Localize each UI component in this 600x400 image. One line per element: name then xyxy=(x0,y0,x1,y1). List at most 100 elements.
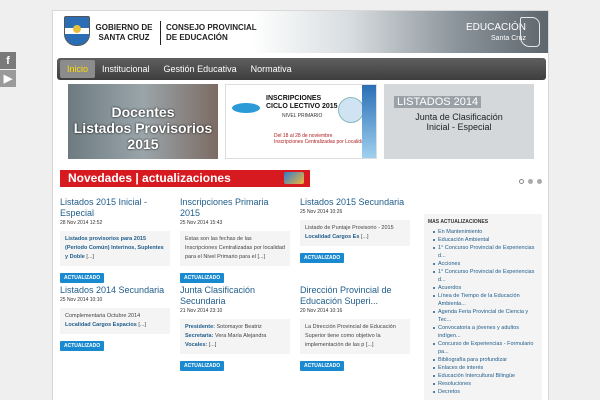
banner-1-line-3-text: 2015 xyxy=(127,136,159,152)
carousel-dot-2[interactable] xyxy=(528,179,533,184)
article-label-vocales: Vocales: xyxy=(185,342,208,348)
article-title[interactable]: Dirección Provincial de Educación Superi… xyxy=(300,285,410,307)
banner-2-level: NIVEL PRIMARIO xyxy=(282,113,323,119)
youtube-icon[interactable]: ▶ xyxy=(0,70,16,87)
article-excerpt-bold: Localidad Cargos Espacios xyxy=(65,322,137,328)
site-header: GOBIERNO DE SANTA CRUZ CONSEJO PROVINCIA… xyxy=(53,11,548,53)
banner-2-line-5: Inscripciones Centralizadas por Localida… xyxy=(274,139,367,145)
gobierno-logo-text[interactable]: GOBIERNO DE SANTA CRUZ xyxy=(93,23,155,43)
sidebar-item[interactable]: Agenda Feria Provincial de Ciencia y Tec… xyxy=(424,308,542,324)
read-more-link[interactable]: [...] xyxy=(361,234,369,240)
article-title[interactable]: Junta Clasificación Secundaria xyxy=(180,285,290,307)
educacion-brand-sub: Santa Cruz xyxy=(490,35,526,42)
article-label-presidente: Presidente: xyxy=(185,324,215,330)
nav-gestion-educativa[interactable]: Gestión Educativa xyxy=(157,60,244,78)
article-listados-2015-inicial: Listados 2015 Inicial - Especial 28 Nov … xyxy=(60,197,170,284)
site-container: GOBIERNO DE SANTA CRUZ CONSEJO PROVINCIA… xyxy=(52,10,549,400)
article-inscripciones-primaria: Inscripciones Primaria 2015 25 Nov 2014 … xyxy=(180,197,290,284)
sidebar-item[interactable]: Enlaces de interés xyxy=(424,364,542,372)
header-divider xyxy=(160,21,161,45)
santa-cruz-map-icon xyxy=(520,17,540,47)
sidebar-heading: MAS ACTUALIZACIONES xyxy=(428,219,489,225)
sidebar-item[interactable]: Decretos xyxy=(424,388,542,396)
novedades-strip[interactable]: Novedades | actualizaciones xyxy=(60,170,310,187)
banner-2-line-1: INSCRIPCIONES xyxy=(266,95,322,102)
actualizado-button[interactable]: ACTUALIZADO xyxy=(180,273,225,283)
facebook-icon[interactable]: f xyxy=(0,52,16,69)
read-more-link[interactable]: [...] xyxy=(257,254,265,260)
article-date: 25 Nov 2014 10:10 xyxy=(60,297,103,303)
actualizado-button[interactable]: ACTUALIZADO xyxy=(180,361,225,371)
carousel-dot-3[interactable] xyxy=(537,179,542,184)
banner-3-line-2: Junta de Clasificación xyxy=(415,112,503,122)
educacion-brand[interactable]: EDUCACIÓN Santa Cruz xyxy=(466,22,526,44)
banner-2-stripe xyxy=(362,85,376,158)
article-excerpt: Complementaria Octubre 2014 Localidad Ca… xyxy=(60,308,170,334)
article-excerpt-text: Complementaria Octubre 2014 xyxy=(65,313,141,319)
banner-1-line-1: Docentes xyxy=(111,104,175,120)
consejo-logo-text[interactable]: CONSEJO PROVINCIAL DE EDUCACIÓN xyxy=(166,23,257,43)
banner-3-subtitle: Junta de Clasificación Inicial - Especial xyxy=(384,112,534,132)
sidebar-item[interactable]: 1° Concurso Provincial de Experiencias d… xyxy=(424,268,542,284)
article-excerpt-text: La Dirección Provincial de Educación Sup… xyxy=(305,324,396,348)
sidebar-item[interactable]: Educación Intercultural Bilingüe xyxy=(424,372,542,380)
article-title[interactable]: Listados 2015 Secundaria xyxy=(300,197,410,208)
cpe-logo-icon xyxy=(232,103,260,113)
article-text-secretaria: Vera María Alejandra xyxy=(214,333,267,339)
gobierno-line-2: SANTA CRUZ xyxy=(98,33,150,42)
consejo-line-2: DE EDUCACIÓN xyxy=(166,33,228,42)
article-excerpt: Presidente: Sotomayor Beatriz Secretaria… xyxy=(180,319,290,354)
banner-docentes-listados[interactable]: Docentes Listados Provisorios 2015 xyxy=(68,84,218,159)
sidebar-item[interactable]: Convocatoria a jóvenes y adultos indígen… xyxy=(424,324,542,340)
sidebar-item[interactable]: Concurso de Experiencias - Formulario pa… xyxy=(424,340,542,356)
educacion-brand-title: EDUCACIÓN xyxy=(465,22,526,33)
actualizado-button[interactable]: ACTUALIZADO xyxy=(300,253,345,263)
read-more-link[interactable]: [...] xyxy=(366,342,374,348)
read-more-link[interactable]: [...] xyxy=(138,322,146,328)
sidebar-item[interactable]: Educación Ambiental xyxy=(424,236,542,244)
actualizado-button[interactable]: ACTUALIZADO xyxy=(60,341,105,351)
read-more-link[interactable]: [...] xyxy=(209,342,217,348)
article-date: 21 Nov 2014 23:10 xyxy=(180,308,223,314)
banner-3-title: LISTADOS 2014 xyxy=(394,96,482,108)
banner-2-dates: Del 18 al 28 de noviembre Inscripciones C… xyxy=(274,133,367,145)
article-excerpt-bold: Localidad Cargos Es xyxy=(305,234,360,240)
page: f ▶ GOBIERNO DE SANTA CRUZ CONSEJO PROVI… xyxy=(0,0,600,400)
article-date: 20 Nov 2014 10:16 xyxy=(300,308,343,314)
article-title[interactable]: Listados 2014 Secundaria xyxy=(60,285,170,296)
banner-2-line-2: CICLO LECTIVO 2015 xyxy=(266,103,338,110)
sidebar-item[interactable]: Acciones xyxy=(424,260,542,268)
sidebar-item[interactable]: 1° Concurso Provincial de Experiencias d… xyxy=(424,244,542,260)
carousel-dot-1[interactable] xyxy=(519,179,524,184)
article-excerpt: Estas son las fechas de las Inscripcione… xyxy=(180,231,290,266)
gobierno-line-1: GOBIERNO DE xyxy=(95,23,153,32)
provincial-seal-icon xyxy=(338,97,364,123)
article-label-secretaria: Secretaria: xyxy=(185,333,214,339)
banner-inscripciones[interactable]: INSCRIPCIONES CICLO LECTIVO 2015 NIVEL PR… xyxy=(225,84,377,159)
sidebar-item[interactable]: Resoluciones xyxy=(424,380,542,388)
nav-inicio[interactable]: Inicio xyxy=(60,60,96,78)
read-more-link[interactable]: [...] xyxy=(86,254,94,260)
nav-normativa[interactable]: Normativa xyxy=(244,60,299,78)
article-junta-clasificacion: Junta Clasificación Secundaria 21 Nov 20… xyxy=(180,285,290,372)
article-title[interactable]: Listados 2015 Inicial - Especial xyxy=(60,197,170,219)
article-date: 25 Nov 2014 15:43 xyxy=(180,220,223,226)
banner-3-line-3: Inicial - Especial xyxy=(426,122,492,132)
sidebar-mas-actualizaciones: MAS ACTUALIZACIONES En Mantenimiento Edu… xyxy=(424,214,542,400)
banner-listados-2014[interactable]: LISTADOS 2014 Junta de Clasificación Inic… xyxy=(384,84,534,159)
actualizado-button[interactable]: ACTUALIZADO xyxy=(60,273,105,283)
article-date: 28 Nov 2014 12:52 xyxy=(60,220,103,226)
banner-1-line-2: Listados Provisorios 2015 xyxy=(68,120,218,152)
sidebar-item[interactable]: En Mantenimiento xyxy=(424,228,542,236)
article-excerpt: Listado de Puntaje Provisorio - 2015 Loc… xyxy=(300,220,410,246)
sidebar-item[interactable]: Acuerdos xyxy=(424,284,542,292)
article-excerpt: Listados provisorios para 2015 (Período … xyxy=(60,231,170,266)
sidebar-item[interactable]: Línea de Tiempo de la Educación Ambienta… xyxy=(424,292,542,308)
article-title[interactable]: Inscripciones Primaria 2015 xyxy=(180,197,290,219)
nav-institucional[interactable]: Institucional xyxy=(95,60,157,78)
sidebar-item[interactable]: Bibliografía para profundizar xyxy=(424,356,542,364)
actualizado-button[interactable]: ACTUALIZADO xyxy=(300,361,345,371)
article-date: 25 Nov 2014 10:26 xyxy=(300,209,343,215)
article-educacion-superior: Dirección Provincial de Educación Superi… xyxy=(300,285,410,372)
main-nav: Inicio Institucional Gestión Educativa N… xyxy=(57,58,546,80)
